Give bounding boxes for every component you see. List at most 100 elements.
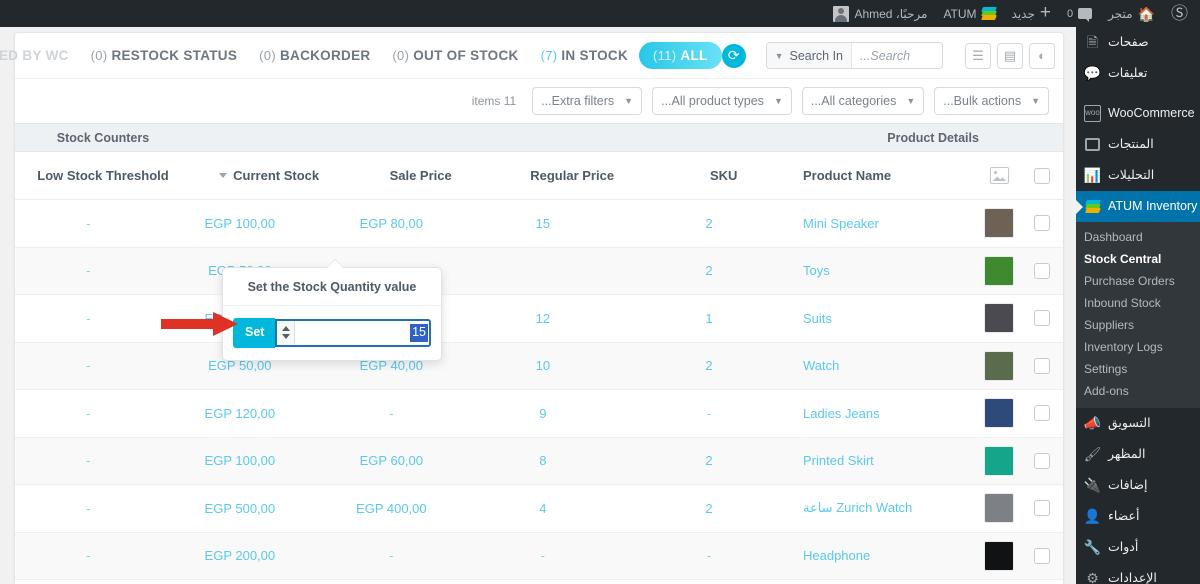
sidebar-item-analytics[interactable]: التحليلات 📊 <box>1076 160 1200 191</box>
cell-sale-price[interactable]: - <box>318 548 465 563</box>
sticky-columns-icon[interactable]: ◐ <box>1029 42 1055 69</box>
cell-sku[interactable]: - <box>15 406 162 421</box>
submenu-item-add-ons[interactable]: Add-ons <box>1076 380 1200 402</box>
product-name-link[interactable]: Printed Skirt <box>803 453 874 468</box>
cell-current-stock[interactable]: 8 <box>465 453 621 468</box>
cell-low-stock-threshold[interactable]: 2 <box>621 263 797 278</box>
cell-sku[interactable]: - <box>15 311 162 326</box>
number-stepper[interactable] <box>277 320 296 345</box>
submenu-item-inbound-stock[interactable]: Inbound Stock <box>1076 292 1200 314</box>
product-name-link[interactable]: Ladies Jeans <box>803 406 880 421</box>
sidebar-item-woocommerce[interactable]: WooCommerce woo <box>1076 98 1200 129</box>
cell-low-stock-threshold[interactable]: - <box>621 406 797 421</box>
product-thumbnail[interactable] <box>984 445 1015 476</box>
cell-sale-price[interactable]: EGP 400,00 <box>318 501 465 516</box>
row-checkbox[interactable] <box>1033 357 1050 374</box>
stepper-down-icon[interactable] <box>281 334 290 340</box>
row-checkbox[interactable] <box>1033 405 1050 422</box>
sort-desc-icon[interactable] <box>219 173 228 178</box>
tab-restock-status[interactable]: (0) RESTOCK STATUS <box>80 43 249 68</box>
sidebar-item-marketing[interactable]: التسويق 📣 <box>1076 408 1200 439</box>
admin-bar-comments[interactable]: 0 <box>1059 0 1100 27</box>
cell-current-stock[interactable]: 9 <box>465 406 621 421</box>
submenu-item-suppliers[interactable]: Suppliers <box>1076 314 1200 336</box>
product-thumbnail[interactable] <box>984 350 1015 381</box>
sidebar-item-atum-inventory[interactable]: ATUM Inventory <box>1076 191 1200 222</box>
product-thumbnail[interactable] <box>984 208 1015 239</box>
cell-regular-price[interactable]: EGP 100,00 <box>162 453 318 468</box>
tab-in-stock[interactable]: (7) IN STOCK <box>530 43 639 68</box>
product-thumbnail[interactable] <box>984 303 1015 334</box>
product-thumbnail[interactable] <box>984 255 1015 286</box>
column-header-current-stock[interactable]: Current Stock <box>191 168 347 183</box>
bulk-actions-select[interactable]: ▼ Bulk actions... <box>934 87 1049 115</box>
column-header-sku[interactable]: SKU <box>650 168 797 183</box>
cell-regular-price[interactable]: EGP 500,00 <box>162 501 318 516</box>
sidebar-item-settings[interactable]: الإعدادات ⚙ <box>1076 563 1200 584</box>
product-name-link[interactable]: Watch <box>803 358 839 373</box>
sidebar-item-comments[interactable]: تعليقات 💬 <box>1076 58 1200 89</box>
search-input[interactable] <box>852 43 942 68</box>
row-checkbox[interactable] <box>1033 500 1050 517</box>
cell-sale-price[interactable]: - <box>318 406 465 421</box>
cell-sku[interactable]: - <box>15 548 162 563</box>
tab-all[interactable]: (11) ALL <box>639 42 722 69</box>
refresh-icon[interactable]: ⟳ <box>721 43 746 68</box>
product-thumbnail[interactable] <box>984 540 1015 571</box>
list-table-icon[interactable]: ☰ <box>965 42 991 69</box>
sidebar-item-pages[interactable]: صفحات 🗎 <box>1076 27 1200 58</box>
categories-select[interactable]: ▼ All categories... <box>801 87 925 115</box>
cell-low-stock-threshold[interactable]: 2 <box>621 358 797 373</box>
row-checkbox[interactable] <box>1033 547 1050 564</box>
cell-current-stock[interactable]: - <box>465 548 621 563</box>
product-name-link[interactable]: Mini Speaker <box>803 216 879 231</box>
cell-low-stock-threshold[interactable]: 1 <box>621 311 797 326</box>
cell-sku[interactable]: - <box>15 263 162 278</box>
sidebar-item-plugins[interactable]: إضافات 🔌 <box>1076 470 1200 501</box>
sidebar-item-users[interactable]: أعضاء 👤 <box>1076 501 1200 532</box>
submenu-item-inventory-logs[interactable]: Inventory Logs <box>1076 336 1200 358</box>
cell-current-stock[interactable]: 15 <box>465 216 621 231</box>
product-name-link[interactable]: Headphone <box>803 548 870 563</box>
product-name-link[interactable]: Toys <box>803 263 830 278</box>
cell-sale-price[interactable]: EGP 80,00 <box>318 216 465 231</box>
tab-unmanaged-by-wc[interactable]: (0) UNMANAGED BY WC <box>0 43 80 68</box>
row-checkbox[interactable] <box>1033 262 1050 279</box>
sidebar-item-products[interactable]: المنتجات <box>1076 129 1200 160</box>
admin-bar-atum[interactable]: ATUM <box>935 0 1003 27</box>
row-checkbox[interactable] <box>1033 310 1050 327</box>
cell-current-stock[interactable]: 10 <box>465 358 621 373</box>
column-header-product-name[interactable]: Product Name <box>797 168 979 183</box>
submenu-item-dashboard[interactable]: Dashboard <box>1076 226 1200 248</box>
row-checkbox[interactable] <box>1033 452 1050 469</box>
column-header-low-stock-threshold[interactable]: Low Stock Threshold <box>15 168 191 183</box>
cell-regular-price[interactable]: EGP 200,00 <box>162 548 318 563</box>
cell-low-stock-threshold[interactable]: - <box>621 548 797 563</box>
product-name-link[interactable]: ساعة Zurich Watch <box>803 500 912 516</box>
submenu-item-settings[interactable]: Settings <box>1076 358 1200 380</box>
cell-regular-price[interactable]: EGP 100,00 <box>162 216 318 231</box>
product-types-select[interactable]: ▼ All product types... <box>652 87 792 115</box>
cell-sku[interactable]: - <box>15 216 162 231</box>
tab-backorder[interactable]: (0) BACKORDER <box>248 43 381 68</box>
cell-current-stock[interactable]: 4 <box>465 501 621 516</box>
extra-filters-select[interactable]: ▼ Extra filters... <box>532 87 643 115</box>
sidebar-item-tools[interactable]: أدوات 🔧 <box>1076 532 1200 563</box>
bar-chart-icon[interactable]: ▤ <box>997 42 1023 69</box>
submenu-item-purchase-orders[interactable]: Purchase Orders <box>1076 270 1200 292</box>
cell-current-stock[interactable]: 12 <box>465 311 621 326</box>
cell-regular-price[interactable]: EGP 120,00 <box>162 406 318 421</box>
cell-sku[interactable]: - <box>15 358 162 373</box>
admin-bar-site-name[interactable]: 🏠 متجر <box>1100 0 1163 27</box>
product-thumbnail[interactable] <box>984 493 1015 524</box>
set-button[interactable]: Set <box>233 318 276 348</box>
select-all-checkbox[interactable] <box>1033 167 1050 184</box>
cell-sku[interactable]: - <box>15 501 162 516</box>
cell-low-stock-threshold[interactable]: 2 <box>621 216 797 231</box>
stepper-up-icon[interactable] <box>281 326 290 332</box>
stock-quantity-input[interactable]: 15 <box>275 318 431 347</box>
column-header-sale-price[interactable]: Sale Price <box>347 168 494 183</box>
column-header-regular-price[interactable]: Regular Price <box>494 168 650 183</box>
sidebar-item-appearance[interactable]: المظهر 🖌 <box>1076 439 1200 470</box>
tab-out-of-stock[interactable]: (0) OUT OF STOCK <box>381 43 529 68</box>
